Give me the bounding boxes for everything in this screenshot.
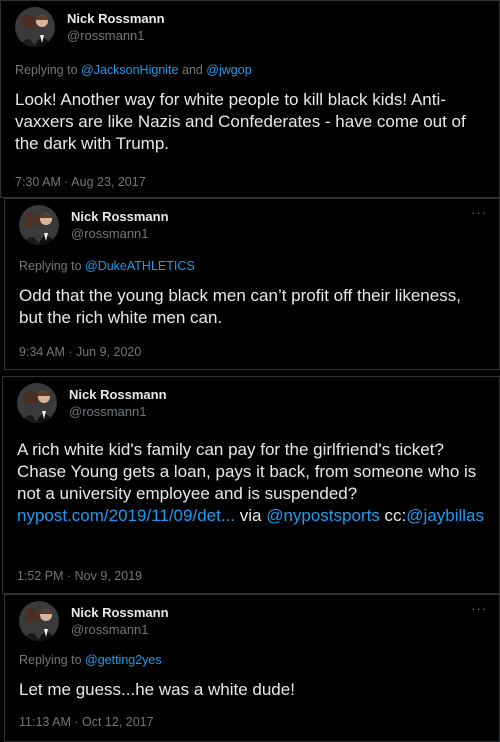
user-handle[interactable]: @rossmann1 bbox=[71, 621, 169, 638]
author-names: Nick Rossmann @rossmann1 bbox=[71, 208, 169, 242]
user-handle[interactable]: @rossmann1 bbox=[71, 225, 169, 242]
replying-to: Replying to @JacksonHignite and @jwgop bbox=[15, 63, 252, 77]
tweet-text: Look! Another way for white people to ki… bbox=[15, 90, 466, 153]
tweet-3[interactable]: Nick Rossmann @rossmann1 A rich white ki… bbox=[2, 376, 500, 594]
tweet-1[interactable]: Nick Rossmann @rossmann1 Replying to @Ja… bbox=[0, 0, 500, 198]
mention-jaybillas[interactable]: @jaybillas bbox=[406, 506, 484, 525]
reply-mention-jacksonhignite[interactable]: @JacksonHignite bbox=[81, 63, 178, 77]
display-name[interactable]: Nick Rossmann bbox=[67, 10, 165, 27]
tweet-text-via: via bbox=[235, 506, 267, 525]
avatar[interactable] bbox=[17, 383, 57, 423]
tweet-text: A rich white kid's family can pay for th… bbox=[17, 439, 485, 527]
reply-mention-jwgop[interactable]: @jwgop bbox=[206, 63, 251, 77]
replying-to: Replying to @DukeATHLETICS bbox=[19, 259, 195, 273]
user-handle[interactable]: @rossmann1 bbox=[67, 27, 165, 44]
more-options-icon[interactable]: ··· bbox=[471, 601, 487, 616]
display-name[interactable]: Nick Rossmann bbox=[71, 604, 169, 621]
more-options-icon[interactable]: ··· bbox=[471, 205, 487, 220]
tweet-header: Nick Rossmann @rossmann1 bbox=[19, 205, 169, 245]
mention-nypostsports[interactable]: @nypostsports bbox=[266, 506, 380, 525]
tweet-timestamp[interactable]: 9:34 AM · Jun 9, 2020 bbox=[19, 345, 141, 359]
tweet-text-main: A rich white kid's family can pay for th… bbox=[17, 440, 477, 503]
replying-to-label: Replying to bbox=[19, 259, 86, 273]
tweet-timestamp[interactable]: 7:30 AM · Aug 23, 2017 bbox=[15, 175, 146, 189]
tweet-timestamp[interactable]: 11:13 AM · Oct 12, 2017 bbox=[19, 715, 154, 729]
tweet-text: Let me guess...he was a white dude! bbox=[19, 680, 295, 699]
tweet-4[interactable]: Nick Rossmann @rossmann1 ··· Replying to… bbox=[4, 594, 500, 742]
avatar[interactable] bbox=[15, 7, 55, 47]
author-names: Nick Rossmann @rossmann1 bbox=[69, 386, 167, 420]
tweet-timestamp[interactable]: 1:52 PM · Nov 9, 2019 bbox=[17, 569, 142, 583]
replying-to-label: Replying to bbox=[19, 653, 86, 667]
tweet-header: Nick Rossmann @rossmann1 bbox=[17, 383, 167, 423]
display-name[interactable]: Nick Rossmann bbox=[69, 386, 167, 403]
user-handle[interactable]: @rossmann1 bbox=[69, 403, 167, 420]
tweet-header: Nick Rossmann @rossmann1 bbox=[19, 601, 169, 641]
replying-to-and: and bbox=[178, 63, 207, 77]
tweet-2[interactable]: Nick Rossmann @rossmann1 ··· Replying to… bbox=[4, 198, 500, 370]
replying-to-label: Replying to bbox=[15, 63, 82, 77]
tweet-header: Nick Rossmann @rossmann1 bbox=[15, 7, 165, 47]
avatar[interactable] bbox=[19, 601, 59, 641]
replying-to: Replying to @getting2yes bbox=[19, 653, 162, 667]
article-link[interactable]: nypost.com/2019/11/09/det... bbox=[17, 506, 235, 525]
tweet-text: Odd that the young black men can’t profi… bbox=[19, 286, 461, 327]
author-names: Nick Rossmann @rossmann1 bbox=[71, 604, 169, 638]
tweet-text-cc: cc: bbox=[379, 506, 407, 525]
reply-mention-dukeathletics[interactable]: @DukeATHLETICS bbox=[85, 259, 195, 273]
avatar[interactable] bbox=[19, 205, 59, 245]
display-name[interactable]: Nick Rossmann bbox=[71, 208, 169, 225]
reply-mention-getting2yes[interactable]: @getting2yes bbox=[85, 653, 162, 667]
author-names: Nick Rossmann @rossmann1 bbox=[67, 10, 165, 44]
